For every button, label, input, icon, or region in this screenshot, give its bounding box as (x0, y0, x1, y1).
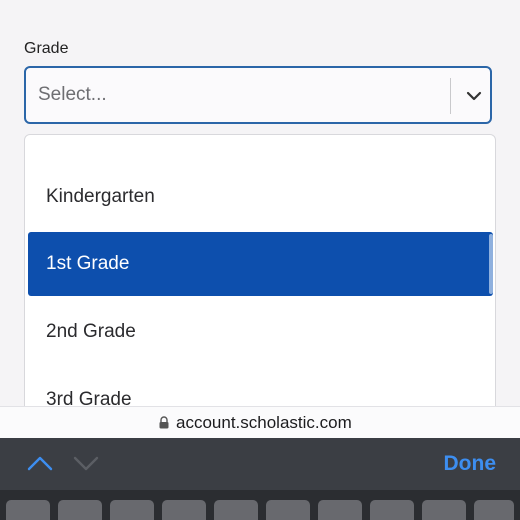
keyboard-key[interactable] (6, 500, 50, 520)
chevron-down-icon[interactable] (72, 454, 100, 472)
keyboard-key[interactable] (318, 500, 362, 520)
grade-options-list: Kindergarten 1st Grade 2nd Grade 3rd Gra… (24, 134, 496, 424)
options-scrollbar[interactable] (489, 234, 493, 294)
keyboard-key[interactable] (266, 500, 310, 520)
keyboard (0, 490, 520, 520)
chevron-down-icon[interactable] (464, 86, 484, 106)
option-kindergarten[interactable]: Kindergarten (28, 165, 493, 229)
url-text: account.scholastic.com (176, 413, 352, 432)
option-partially-hidden[interactable] (28, 135, 493, 153)
screen: Grade Select... Kindergarten 1st Grade 2… (0, 0, 520, 520)
keyboard-key[interactable] (110, 500, 154, 520)
keyboard-key[interactable] (58, 500, 102, 520)
done-button[interactable]: Done (444, 452, 497, 476)
select-divider (450, 78, 451, 114)
select-placeholder: Select... (38, 84, 107, 105)
keyboard-key[interactable] (370, 500, 414, 520)
grade-label: Grade (24, 40, 69, 57)
grade-select[interactable]: Select... (24, 66, 492, 124)
keyboard-key[interactable] (162, 500, 206, 520)
keyboard-key[interactable] (214, 500, 258, 520)
option-2nd-grade[interactable]: 2nd Grade (28, 300, 493, 364)
browser-url-bar[interactable]: account.scholastic.com (0, 406, 520, 438)
chevron-up-icon[interactable] (26, 454, 54, 472)
keyboard-key[interactable] (422, 500, 466, 520)
keyboard-key[interactable] (474, 500, 514, 520)
lock-icon (159, 416, 169, 429)
keyboard-accessory-bar: Done (0, 438, 520, 490)
option-1st-grade[interactable]: 1st Grade (28, 232, 493, 296)
